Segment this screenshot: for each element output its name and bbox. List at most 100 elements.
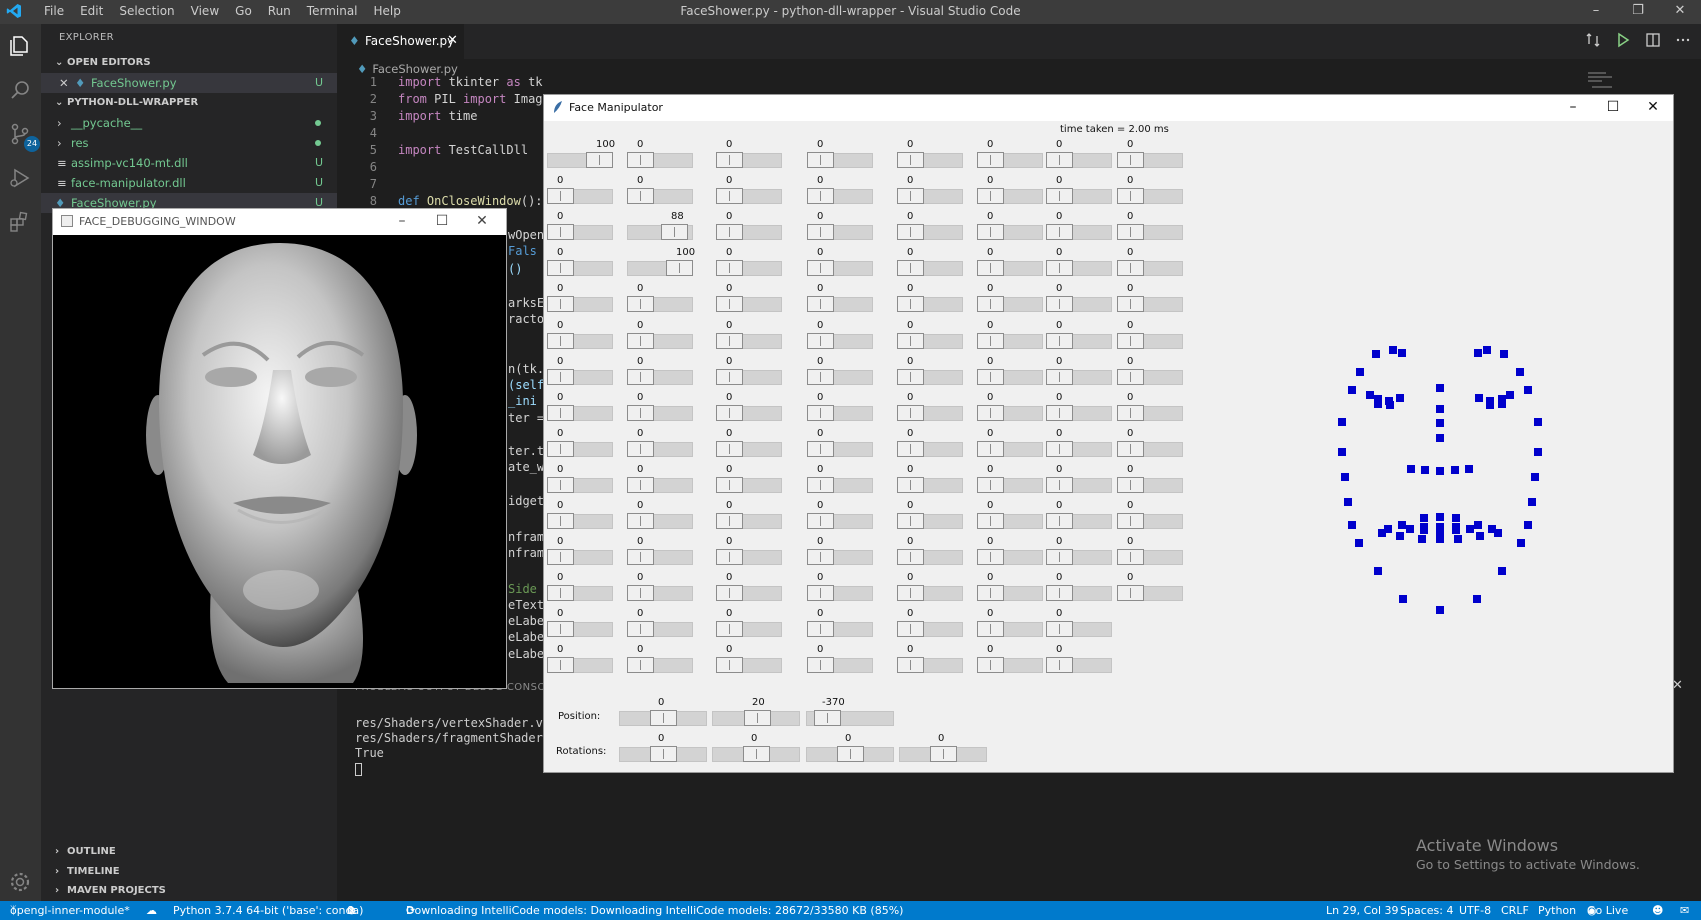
- minimize-icon[interactable]: –: [382, 211, 422, 231]
- feedback-icon[interactable]: ☻: [1652, 901, 1663, 920]
- file-lines-icon: ≡: [57, 156, 67, 170]
- modified-dot-icon: [315, 140, 321, 146]
- eol-status[interactable]: CRLF: [1501, 901, 1529, 920]
- menu-selection[interactable]: Selection: [111, 0, 182, 24]
- landmark-point: [1396, 394, 1404, 402]
- code-line[interactable]: import time: [398, 109, 477, 123]
- python-file-icon: ♦: [75, 76, 86, 90]
- warning-count: 0: [347, 904, 354, 917]
- maximize-icon[interactable]: ☐: [422, 211, 462, 231]
- line-number: 4: [369, 126, 377, 140]
- breadcrumb-file: FaceShower.py: [372, 62, 458, 76]
- landmark-point: [1452, 526, 1460, 534]
- code-fragment: eLabe: [508, 647, 545, 661]
- landmark-point: [1338, 448, 1346, 456]
- code-line[interactable]: import tkinter as tk: [398, 75, 543, 89]
- landmark-point: [1344, 498, 1352, 506]
- intellicode-message: Downloading IntelliCode models: Download…: [406, 904, 904, 917]
- run-debug-icon[interactable]: [8, 166, 32, 190]
- extensions-icon[interactable]: [8, 210, 32, 234]
- close-tab-icon[interactable]: ✕: [447, 33, 458, 48]
- outline-section[interactable]: › OUTLINE: [41, 842, 337, 862]
- menu-view[interactable]: View: [183, 0, 227, 24]
- timeline-section[interactable]: › TIMELINE: [41, 862, 337, 882]
- scm-badge: 24: [24, 136, 40, 152]
- menu-terminal[interactable]: Terminal: [299, 0, 366, 24]
- landmark-point: [1474, 521, 1482, 529]
- run-file-icon[interactable]: [1615, 32, 1631, 48]
- app-window-icon: [61, 215, 73, 227]
- face-debugging-titlebar[interactable]: FACE_DEBUGGING_WINDOW – ☐ ✕: [53, 209, 506, 235]
- git-status-badge: U: [314, 156, 323, 169]
- compare-changes-icon[interactable]: [1585, 32, 1601, 48]
- file-lines-icon: ≡: [57, 176, 67, 190]
- close-icon[interactable]: ✕: [462, 211, 502, 231]
- encoding-status[interactable]: UTF-8: [1459, 901, 1491, 920]
- landmark-point: [1465, 465, 1473, 473]
- landmark-point: [1466, 525, 1474, 533]
- sync-icon[interactable]: ☁: [146, 901, 157, 920]
- landmark-point: [1420, 514, 1428, 522]
- code-line[interactable]: import TestCallDll: [398, 143, 528, 157]
- menu-run[interactable]: Run: [260, 0, 299, 24]
- landmark-point: [1341, 473, 1349, 481]
- cursor-position[interactable]: Ln 29, Col 39: [1326, 901, 1399, 920]
- menu-go[interactable]: Go: [227, 0, 260, 24]
- file-name: assimp-vc140-mt.dll: [71, 156, 188, 170]
- close-icon[interactable]: ✕: [59, 73, 69, 93]
- landmark-point: [1452, 514, 1460, 522]
- menu-file[interactable]: File: [36, 0, 72, 24]
- open-editor-item[interactable]: ✕ ♦ FaceShower.py U: [41, 73, 337, 93]
- landmark-point: [1524, 521, 1532, 529]
- timeline-label: TIMELINE: [67, 866, 120, 877]
- landmark-point: [1531, 473, 1539, 481]
- terminal-line: True: [355, 746, 384, 760]
- maven-section[interactable]: › MAVEN PROJECTS: [41, 881, 337, 901]
- menu-edit[interactable]: Edit: [72, 0, 111, 24]
- file-item[interactable]: ≡ assimp-vc140-mt.dll U: [41, 153, 337, 173]
- settings-gear-icon[interactable]: [8, 870, 32, 894]
- code-line[interactable]: def OnCloseWindow():: [398, 194, 543, 208]
- interpreter-status[interactable]: Python 3.7.4 64-bit ('base': conda): [173, 901, 363, 920]
- search-icon[interactable]: [8, 78, 32, 102]
- tab-faceshower[interactable]: ♦ FaceShower.py ✕: [337, 24, 464, 59]
- open-editors-label: OPEN EDITORS: [67, 57, 151, 68]
- activity-bar: 24: [0, 24, 41, 901]
- title-bar: File Edit Selection View Go Run Terminal…: [0, 0, 1701, 24]
- code-fragment: nfram: [508, 546, 545, 560]
- terminal-output[interactable]: res/Shaders/vertexShader.vs res/Shaders/f…: [355, 716, 565, 776]
- project-section[interactable]: ⌄ PYTHON-DLL-WRAPPER: [41, 93, 337, 113]
- close-icon[interactable]: ✕: [1659, 0, 1701, 24]
- more-actions-icon[interactable]: [1675, 32, 1691, 48]
- split-editor-icon[interactable]: [1645, 32, 1661, 48]
- editor-tabs: ♦ FaceShower.py ✕: [337, 24, 1701, 59]
- minimize-icon[interactable]: –: [1575, 0, 1617, 24]
- landmark-point: [1398, 521, 1406, 529]
- landmark-point: [1498, 567, 1506, 575]
- indentation-status[interactable]: Spaces: 4: [1400, 901, 1453, 920]
- vscode-logo-icon: [6, 4, 21, 18]
- folder-item[interactable]: › res: [41, 133, 337, 153]
- file-item[interactable]: ≡ face-manipulator.dll U: [41, 173, 337, 193]
- landmark-point: [1454, 535, 1462, 543]
- landmark-point: [1436, 535, 1444, 543]
- landmark-point: [1374, 400, 1382, 408]
- language-status[interactable]: Python: [1538, 901, 1576, 920]
- line-number: 1: [369, 75, 377, 89]
- landmark-point: [1524, 386, 1532, 394]
- explorer-icon[interactable]: [8, 34, 32, 58]
- open-editors-section[interactable]: ⌄ OPEN EDITORS: [41, 53, 337, 73]
- chevron-down-icon: ⌄: [55, 97, 64, 108]
- project-label: PYTHON-DLL-WRAPPER: [67, 97, 199, 108]
- menu-help[interactable]: Help: [366, 0, 409, 24]
- notifications-bell-icon[interactable]: ✉: [1680, 901, 1689, 920]
- code-line[interactable]: from PIL import Image: [398, 92, 550, 106]
- maven-label: MAVEN PROJECTS: [67, 885, 166, 896]
- landmark-point: [1436, 467, 1444, 475]
- chevron-right-icon: ›: [57, 116, 62, 130]
- restore-icon[interactable]: ❐: [1617, 0, 1659, 24]
- folder-item[interactable]: › __pycache__: [41, 113, 337, 133]
- landmark-point: [1498, 400, 1506, 408]
- landmark-point: [1473, 595, 1481, 603]
- landmark-point: [1355, 539, 1363, 547]
